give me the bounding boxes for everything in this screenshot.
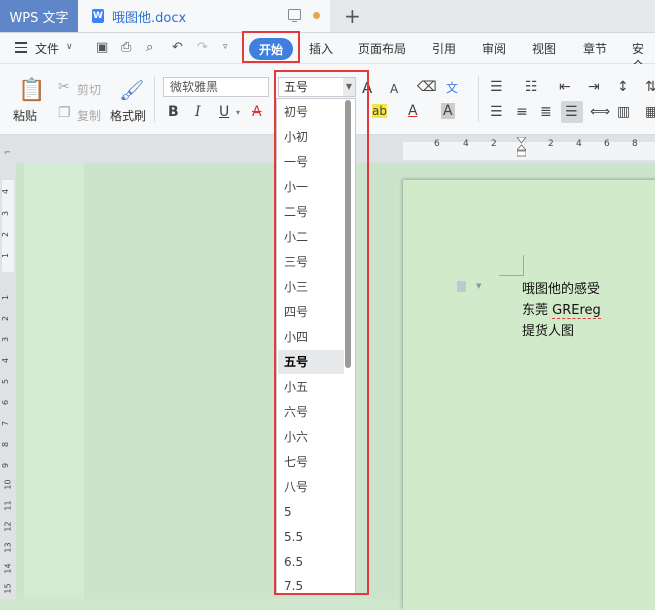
ruler-number: 6 xyxy=(434,139,440,149)
undo-icon[interactable]: ↶ xyxy=(172,40,183,55)
monitor-icon[interactable] xyxy=(288,9,301,22)
ruler-number: 2 xyxy=(548,139,554,149)
ruler-number: 7 xyxy=(1,420,11,427)
tab-section[interactable]: 章节 xyxy=(583,40,607,57)
paste-icon[interactable]: 📋 xyxy=(18,78,45,103)
format-painter-icon[interactable]: 🖌 xyxy=(119,78,144,102)
customize-toolbar-icon[interactable]: ▿ xyxy=(223,42,228,52)
margin-corner-mark xyxy=(499,255,524,276)
shrink-font-button[interactable]: A xyxy=(390,82,398,96)
borders-icon[interactable]: ▦ xyxy=(645,104,655,120)
italic-button[interactable]: I xyxy=(195,104,201,120)
ruler-number: 6 xyxy=(604,139,610,149)
format-painter-button[interactable]: 格式刷 xyxy=(110,107,146,124)
font-color-button[interactable]: A xyxy=(408,103,418,119)
chevron-down-icon[interactable]: ∨ xyxy=(66,42,73,52)
sort-icon[interactable]: ⇅ xyxy=(645,79,655,95)
document-tab-label: 哦图他.docx xyxy=(112,10,187,26)
bullet-list-icon[interactable]: ☰ xyxy=(490,79,503,95)
copy-icon[interactable]: ❐ xyxy=(58,105,71,121)
document-text-word: 东莞 xyxy=(522,303,549,318)
app-tab[interactable]: WPS 文字 xyxy=(0,0,78,32)
document-text-line[interactable]: 提货人图 xyxy=(522,320,574,339)
tab-references[interactable]: 引用 xyxy=(432,40,456,57)
unsaved-dot-icon xyxy=(313,12,320,19)
ruler-number: 4 xyxy=(1,357,11,364)
char-shading-button[interactable]: A xyxy=(441,103,455,119)
tab-stop-selector-icon[interactable]: ⌐ xyxy=(4,148,11,157)
document-text-line[interactable]: 东莞 GREreg xyxy=(522,299,601,319)
ruler-number: 1 xyxy=(1,252,11,259)
ruler-number: 4 xyxy=(1,188,11,195)
document-canvas-left xyxy=(24,163,84,599)
distributed-align-icon[interactable]: ⟺ xyxy=(590,104,610,120)
align-right-icon[interactable]: ≣ xyxy=(540,104,552,120)
column-icon[interactable]: ▥ xyxy=(617,104,630,120)
tab-page-layout[interactable]: 页面布局 xyxy=(358,40,406,57)
ruler-number: 2 xyxy=(1,231,11,238)
highlight-box-font-size xyxy=(274,70,369,595)
paste-button[interactable]: 粘贴 xyxy=(13,107,37,124)
underline-button[interactable]: U xyxy=(219,104,229,120)
ruler-number: 4 xyxy=(576,139,582,149)
indent-marker-icon[interactable] xyxy=(517,137,526,157)
tab-review[interactable]: 审阅 xyxy=(482,40,506,57)
word-doc-icon: W xyxy=(92,9,104,23)
increase-indent-icon[interactable]: ⇥ xyxy=(588,79,600,95)
bold-button[interactable]: B xyxy=(168,104,179,120)
cut-icon[interactable]: ✂ xyxy=(58,79,70,95)
ruler-number: 15 xyxy=(3,583,13,594)
ruler-number: 6 xyxy=(1,399,11,406)
new-tab-button[interactable]: + xyxy=(344,4,361,28)
ruler-number: 8 xyxy=(632,139,638,149)
highlight-button[interactable]: ab xyxy=(372,104,387,118)
numbered-list-icon[interactable]: ☷ xyxy=(525,79,538,95)
clear-format-icon[interactable]: ⌫ xyxy=(417,79,437,95)
document-text-line[interactable]: 哦图他的感受 xyxy=(522,278,600,297)
save-icon[interactable]: ▣ xyxy=(96,40,108,55)
ruler-number: 13 xyxy=(3,542,13,553)
line-spacing-icon[interactable]: ↕ xyxy=(617,79,629,95)
align-justify-icon: ☰ xyxy=(565,104,578,120)
align-center-icon[interactable]: ≡ xyxy=(516,104,528,120)
tab-view[interactable]: 视图 xyxy=(532,40,556,57)
ribbon-divider xyxy=(478,76,479,122)
ruler-number: 2 xyxy=(1,315,11,322)
align-left-icon[interactable]: ☰ xyxy=(490,104,503,120)
ruler-number: 5 xyxy=(1,378,11,385)
horizontal-ruler-margin xyxy=(403,142,655,160)
ruler-number: 3 xyxy=(1,336,11,343)
ruler-number: 2 xyxy=(491,139,497,149)
font-name-select[interactable]: 微软雅黑 xyxy=(163,77,269,97)
strikethrough-button[interactable]: A xyxy=(252,104,262,120)
print-preview-icon[interactable]: ⌕ xyxy=(146,40,153,55)
file-menu[interactable]: 文件 xyxy=(35,40,59,57)
document-page[interactable] xyxy=(403,180,655,610)
ruler-number: 1 xyxy=(1,294,11,301)
cut-button[interactable]: 剪切 xyxy=(77,81,101,98)
copy-button[interactable]: 复制 xyxy=(77,107,101,124)
decrease-indent-icon[interactable]: ⇤ xyxy=(559,79,571,95)
ruler-number: 9 xyxy=(1,462,11,469)
ruler-number: 10 xyxy=(3,479,13,490)
ruler-number: 3 xyxy=(1,210,11,217)
underline-chevron-icon[interactable]: ▾ xyxy=(236,108,240,117)
chevron-down-icon[interactable]: ▼ xyxy=(476,282,481,290)
ruler-number: 8 xyxy=(1,441,11,448)
spellcheck-word: GREreg xyxy=(552,303,601,319)
hamburger-menu-icon[interactable] xyxy=(15,42,27,53)
redo-icon[interactable]: ↷ xyxy=(197,40,208,55)
ruler-number: 11 xyxy=(3,500,13,511)
ruler-number: 12 xyxy=(3,521,13,532)
print-icon[interactable]: ⎙ xyxy=(121,40,131,55)
paragraph-layout-icon[interactable] xyxy=(457,281,466,292)
highlight-box-start-tab xyxy=(242,31,300,63)
ribbon-divider xyxy=(154,76,155,122)
ruler-number: 14 xyxy=(3,563,13,574)
tab-insert[interactable]: 插入 xyxy=(309,40,333,57)
phonetic-guide-icon[interactable]: 文 xyxy=(446,79,458,96)
ruler-number: 4 xyxy=(463,139,469,149)
